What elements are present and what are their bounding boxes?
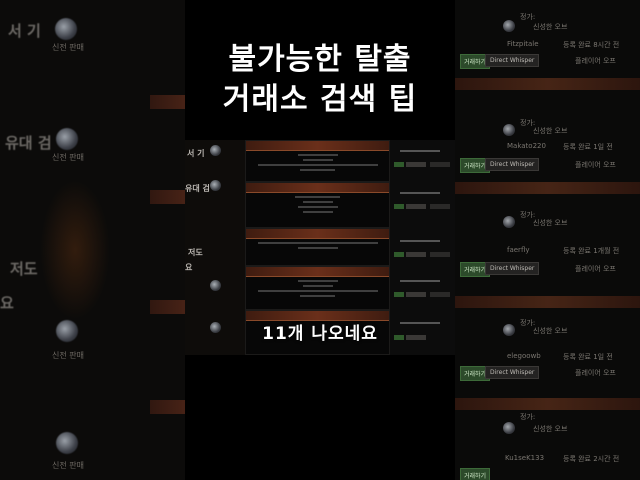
price-line [400, 240, 440, 242]
offline-label: 플레이어 오프 [575, 369, 616, 377]
shot-text: 요 [185, 263, 193, 272]
orb-icon [503, 216, 515, 228]
bg-stripe [150, 190, 185, 204]
result-item[interactable] [245, 266, 390, 310]
orb-icon [503, 324, 515, 336]
price-line [400, 280, 440, 282]
item-mod-line [257, 164, 378, 166]
item-header [246, 141, 389, 151]
shot-text: 서 기 [187, 149, 205, 158]
bg-stripe [455, 182, 640, 194]
shot-text: 저도 [188, 248, 203, 257]
bg-stripe [150, 400, 185, 414]
bg-tag: 신전 판매 [52, 153, 84, 162]
offline-label: 플레이어 오프 [575, 161, 616, 169]
bg-stripe [455, 398, 640, 410]
direct-whisper-button[interactable] [406, 252, 426, 257]
price-item: 신성한 오브 [533, 23, 568, 31]
item-header [246, 267, 389, 277]
caption-overlay: 11개 나오네요 [185, 308, 455, 355]
bg-text: 요 [0, 294, 14, 312]
price-line [400, 192, 440, 194]
item-mod-line [297, 280, 338, 282]
seller-name: faerfly [507, 246, 530, 254]
bg-tag: 신전 판매 [52, 461, 84, 470]
offline-label [430, 292, 450, 297]
bg-glow [40, 180, 110, 320]
orb-icon [210, 280, 221, 291]
video-title-line2: 거래소 검색 팁 [222, 82, 418, 117]
listed-time: 등록 완료 2시간 전 [563, 455, 620, 463]
price-item: 신성한 오브 [533, 425, 568, 433]
offline-label [430, 204, 450, 209]
listed-time: 등록 완료 1일 전 [563, 143, 613, 151]
bg-stripe [150, 300, 185, 314]
item-header [246, 229, 389, 239]
direct-whisper-button[interactable]: Direct Whisper [485, 262, 540, 275]
orb-icon [210, 180, 221, 191]
item-mod-line [302, 201, 333, 203]
offline-label [430, 252, 450, 257]
price-line [400, 150, 440, 152]
seller-name: Makato220 [507, 142, 546, 150]
result-item[interactable] [245, 140, 390, 182]
orb-icon [503, 124, 515, 136]
video-title-line1: 불가능한 탈출 [228, 42, 412, 77]
price-label: 정가: [520, 13, 536, 21]
trade-button[interactable] [394, 162, 404, 167]
item-mod-line [297, 247, 338, 249]
direct-whisper-button[interactable] [406, 292, 426, 297]
orb-icon [56, 128, 78, 150]
orb-icon [56, 320, 78, 342]
listed-time: 등록 완료 1일 전 [563, 353, 613, 361]
trade-search-screenshot: 서 기 유대 검 저도 요 11개 나오네요 [185, 140, 455, 355]
result-item[interactable] [245, 228, 390, 266]
item-header [246, 183, 389, 193]
bg-tag: 신전 판매 [52, 351, 84, 360]
item-mod-line [302, 211, 333, 213]
price-item: 신성한 오브 [533, 327, 568, 335]
item-mod-line [297, 206, 338, 208]
shot-text: 유대 검 [185, 184, 210, 193]
item-mod-line [257, 242, 378, 244]
trade-button[interactable] [394, 204, 404, 209]
direct-whisper-button[interactable] [406, 204, 426, 209]
seller-name: elegoowb [507, 352, 541, 360]
trade-button[interactable]: 거래하기 [460, 468, 491, 480]
bg-stripe [455, 296, 640, 308]
item-mod-line [257, 290, 378, 292]
offline-label [430, 162, 450, 167]
item-mod-line [302, 159, 333, 161]
bg-text: 저도 [10, 260, 38, 278]
price-item: 신성한 오브 [533, 127, 568, 135]
direct-whisper-button[interactable] [406, 162, 426, 167]
item-mod-line [302, 285, 333, 287]
price-item: 신성한 오브 [533, 219, 568, 227]
item-mod-line [300, 295, 335, 297]
direct-whisper-button[interactable]: Direct Whisper [485, 366, 540, 379]
result-item[interactable] [245, 182, 390, 228]
bg-text: 유대 검 [5, 134, 52, 152]
seller-name: Ku1seK133 [505, 454, 545, 462]
direct-whisper-button[interactable]: Direct Whisper [485, 158, 540, 171]
item-mod-line [295, 196, 340, 198]
trade-button[interactable] [394, 252, 404, 257]
listed-time: 등록 완료 1개월 전 [563, 247, 620, 255]
orb-icon [56, 432, 78, 454]
item-mod-line [300, 169, 335, 171]
price-label: 정가: [520, 413, 536, 421]
offline-label: 플레이어 오프 [575, 265, 616, 273]
orb-icon [503, 422, 515, 434]
orb-icon [210, 145, 221, 156]
trade-button[interactable] [394, 292, 404, 297]
result-count-caption: 11개 나오네요 [262, 324, 378, 344]
item-mod-line [297, 154, 338, 156]
orb-icon [503, 20, 515, 32]
